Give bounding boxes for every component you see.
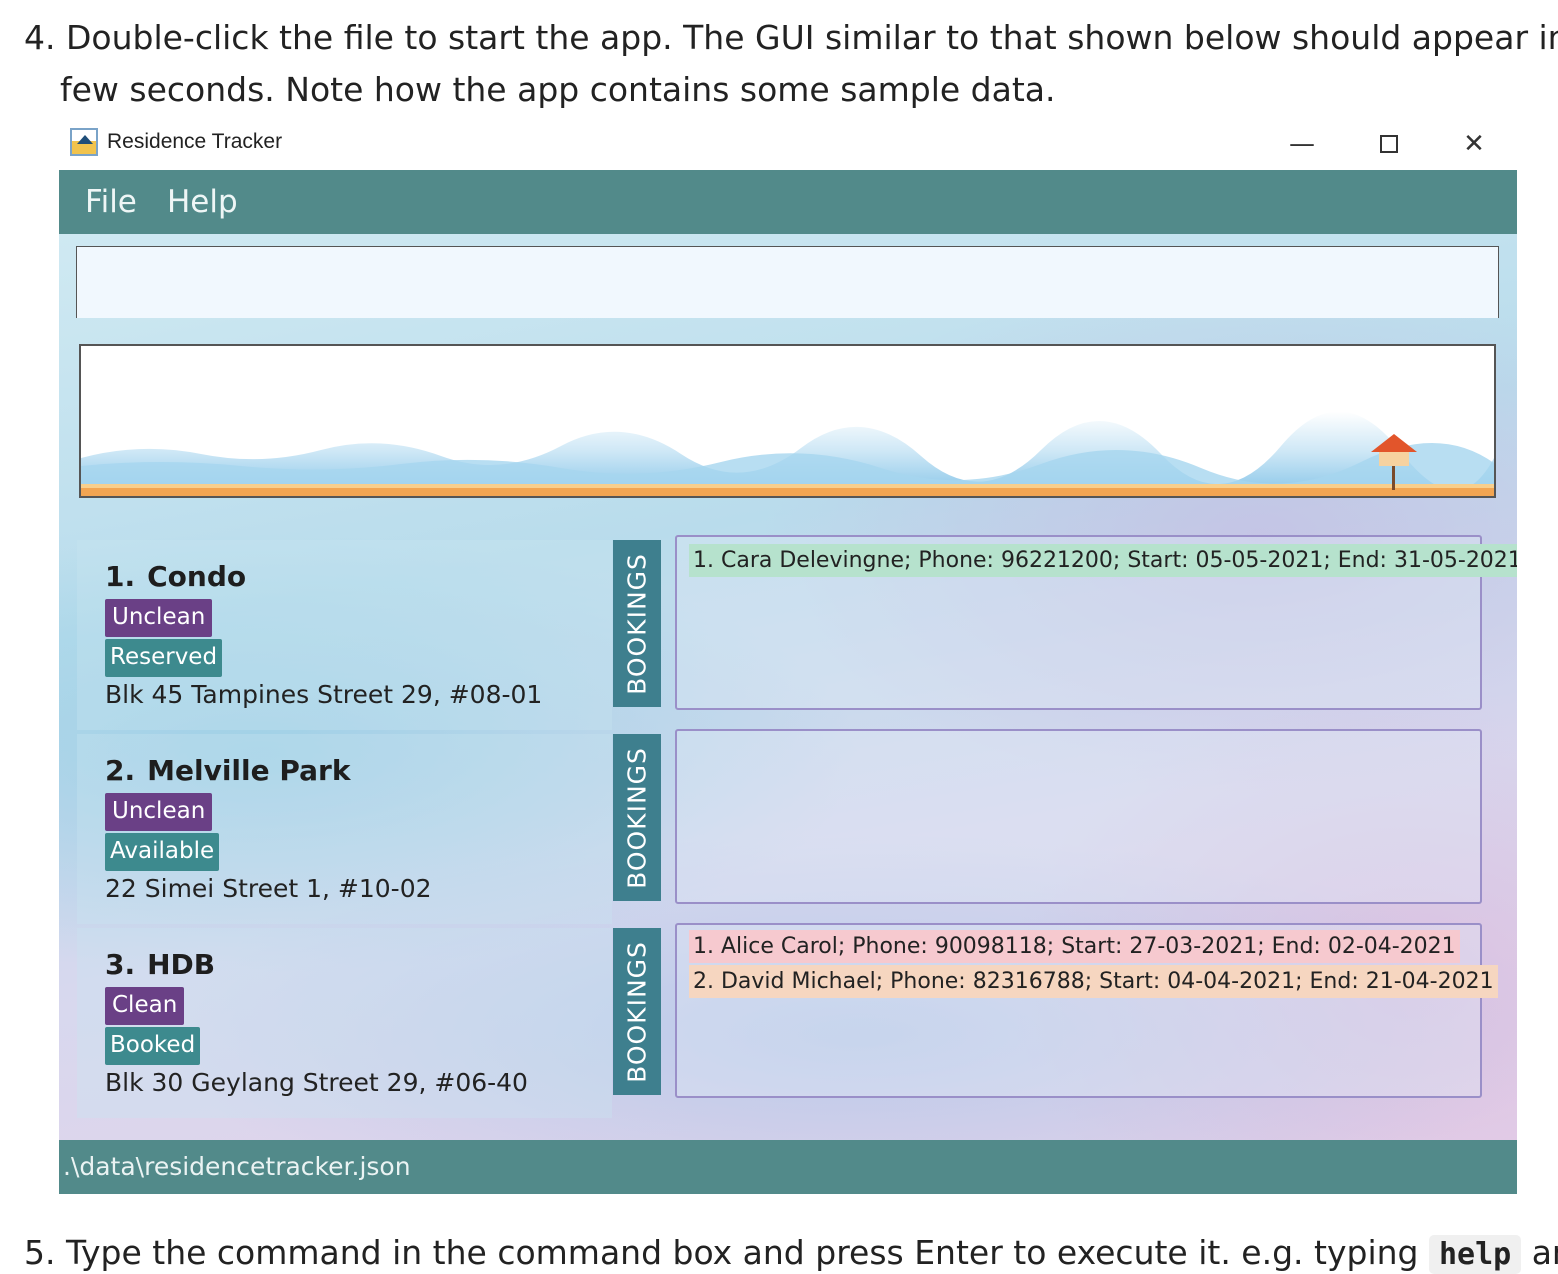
step-5-text-after: and	[1531, 1233, 1558, 1272]
menu-bar: File Help	[59, 170, 1517, 234]
residence-details: 3. HDB Clean Booked Blk 30 Geylang Street…	[77, 928, 612, 1118]
minimize-icon[interactable]: —	[1277, 124, 1327, 164]
booking-entry: 2. David Michael; Phone: 82316788; Start…	[689, 965, 1498, 998]
step-4-text-line-1: 4. Double-click the file to start the ap…	[24, 18, 1558, 57]
bookings-tab[interactable]: BOOKINGS	[613, 734, 661, 901]
step-4-text-line-2: few seconds. Note how the app contains s…	[60, 70, 1056, 109]
app-house-icon	[70, 128, 98, 156]
data-file-path: .\data\residencetracker.json	[63, 1152, 411, 1181]
title-bar: Residence Tracker — ✕	[59, 116, 1517, 170]
clean-status-tag: Unclean	[105, 599, 213, 637]
bookings-panel: 1. Cara Delevingne; Phone: 96221200; Sta…	[675, 535, 1517, 710]
booking-entry: 1. Alice Carol; Phone: 90098118; Start: …	[689, 930, 1460, 963]
residence-card[interactable]: 2. Melville Park Unclean Available 22 Sim…	[77, 729, 1517, 924]
residence-name: Condo	[147, 560, 247, 593]
status-bar: .\data\residencetracker.json	[59, 1140, 1517, 1194]
close-icon[interactable]: ✕	[1449, 124, 1499, 164]
bookings-tab-label: BOOKINGS	[622, 552, 652, 695]
residence-details: 1. Condo Unclean Reserved Blk 45 Tampines…	[77, 540, 612, 730]
residence-index: 3.	[105, 948, 136, 981]
residence-title: 2. Melville Park	[105, 754, 350, 787]
residence-index: 1.	[105, 560, 136, 593]
residence-title: 3. HDB	[105, 948, 215, 981]
menu-help[interactable]: Help	[167, 184, 238, 220]
clean-status-tag: Clean	[105, 987, 185, 1025]
residence-title: 1. Condo	[105, 560, 246, 593]
step-5-text-before: 5. Type the command in the command box a…	[24, 1233, 1429, 1272]
booking-status-tag: Booked	[105, 1027, 201, 1065]
residence-index: 2.	[105, 754, 136, 787]
maximize-icon[interactable]	[1364, 124, 1414, 164]
main-content: 1. Condo Unclean Reserved Blk 45 Tampines…	[59, 234, 1517, 1140]
app-window: Residence Tracker — ✕ File Help 1. Condo…	[59, 116, 1517, 1194]
residence-address: 22 Simei Street 1, #10-02	[105, 874, 432, 903]
bookings-tab[interactable]: BOOKINGS	[613, 540, 661, 707]
step-5-text: 5. Type the command in the command box a…	[24, 1233, 1558, 1274]
residence-card[interactable]: 3. HDB Clean Booked Blk 30 Geylang Street…	[77, 923, 1517, 1118]
command-box[interactable]	[76, 246, 1499, 318]
residence-name: HDB	[147, 948, 216, 981]
residence-card[interactable]: 1. Condo Unclean Reserved Blk 45 Tampines…	[77, 535, 1517, 730]
bookings-tab-label: BOOKINGS	[622, 940, 652, 1083]
bookings-tab[interactable]: BOOKINGS	[613, 928, 661, 1095]
booking-status-tag: Available	[105, 833, 220, 871]
bookings-panel	[675, 729, 1482, 904]
residence-address: Blk 30 Geylang Street 29, #06-40	[105, 1068, 528, 1097]
clean-status-tag: Unclean	[105, 793, 213, 831]
landscape-banner-image	[81, 346, 1494, 496]
booking-entry: 1. Cara Delevingne; Phone: 96221200; Sta…	[689, 544, 1517, 577]
result-display	[79, 344, 1496, 498]
residence-details: 2. Melville Park Unclean Available 22 Sim…	[77, 734, 612, 924]
bookings-tab-label: BOOKINGS	[622, 746, 652, 889]
window-title: Residence Tracker	[107, 130, 283, 153]
residence-address: Blk 45 Tampines Street 29, #08-01	[105, 680, 543, 709]
booking-status-tag: Reserved	[105, 639, 223, 677]
bookings-panel: 1. Alice Carol; Phone: 90098118; Start: …	[675, 923, 1498, 1098]
residence-name: Melville Park	[147, 754, 351, 787]
help-command-code: help	[1428, 1235, 1522, 1274]
menu-file[interactable]: File	[85, 184, 137, 220]
